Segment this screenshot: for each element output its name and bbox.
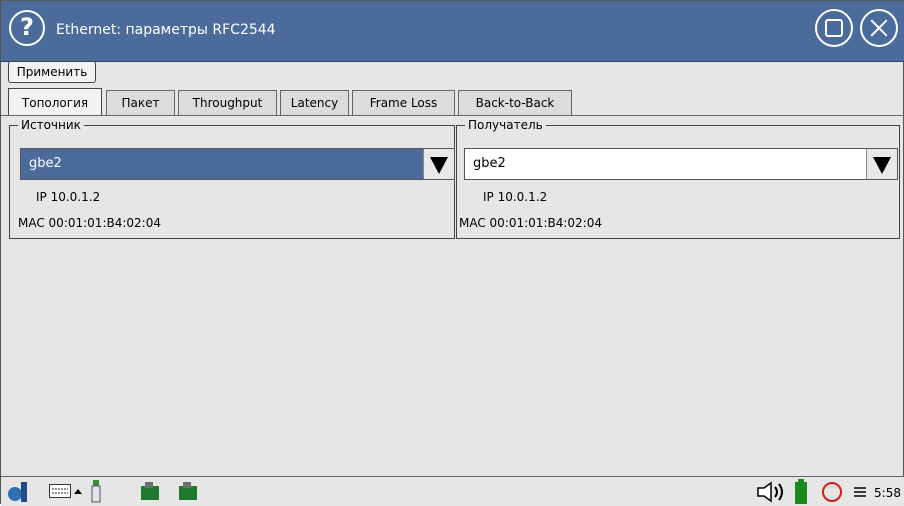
- clock: 5:58: [874, 486, 901, 500]
- close-button[interactable]: [860, 9, 898, 47]
- menu-icon[interactable]: [853, 485, 867, 499]
- destination-ip: IP 10.0.1.2: [483, 190, 548, 204]
- tab-packet[interactable]: Пакет: [106, 90, 175, 116]
- taskbar: 5:58: [1, 476, 904, 506]
- stop-button[interactable]: [815, 9, 853, 47]
- destination-group: Получатель gbe2 IP 10.0.1.2 MAC 00:01:01…: [456, 118, 900, 239]
- network-icon[interactable]: [177, 482, 201, 502]
- source-interface-select[interactable]: gbe2: [20, 148, 455, 180]
- tab-latency[interactable]: Latency: [280, 90, 349, 116]
- source-ip: IP 10.0.1.2: [36, 190, 101, 204]
- volume-icon[interactable]: [756, 481, 786, 503]
- window-title: Ethernet: параметры RFC2544: [56, 22, 276, 38]
- tab-divider: [1, 115, 904, 116]
- start-icon[interactable]: [7, 480, 47, 504]
- source-interface-value: gbe2: [29, 156, 62, 171]
- title-bar: ? Ethernet: параметры RFC2544: [1, 1, 904, 62]
- dropdown-button[interactable]: [866, 149, 897, 179]
- chevron-down-icon: [430, 157, 448, 174]
- tab-back-to-back[interactable]: Back-to-Back: [458, 90, 572, 116]
- help-icon[interactable]: ?: [9, 10, 45, 46]
- app-window: ? Ethernet: параметры RFC2544 Применить …: [0, 0, 904, 506]
- apply-button[interactable]: Применить: [8, 61, 96, 83]
- tab-frame-loss[interactable]: Frame Loss: [352, 90, 455, 116]
- keyboard-icon[interactable]: [49, 484, 71, 498]
- source-group: Источник gbe2 IP 10.0.1.2 MAC 00:01:01:B…: [9, 118, 455, 239]
- chevron-down-icon: [873, 157, 891, 174]
- destination-interface-select[interactable]: gbe2: [464, 148, 898, 180]
- destination-mac: MAC 00:01:01:B4:02:04: [459, 216, 602, 230]
- usb-icon[interactable]: [89, 480, 103, 504]
- destination-interface-value: gbe2: [473, 156, 506, 171]
- chevron-up-icon[interactable]: [74, 488, 82, 496]
- network-icon[interactable]: [139, 482, 163, 502]
- stop-icon: [825, 19, 843, 37]
- record-icon[interactable]: [821, 481, 843, 503]
- source-mac: MAC 00:01:01:B4:02:04: [18, 216, 161, 230]
- tab-topology[interactable]: Топология: [8, 88, 102, 116]
- destination-legend: Получатель: [465, 118, 546, 132]
- tab-throughput[interactable]: Throughput: [178, 90, 277, 116]
- battery-icon[interactable]: [793, 479, 811, 505]
- source-legend: Источник: [18, 118, 84, 132]
- dropdown-button[interactable]: [423, 149, 454, 179]
